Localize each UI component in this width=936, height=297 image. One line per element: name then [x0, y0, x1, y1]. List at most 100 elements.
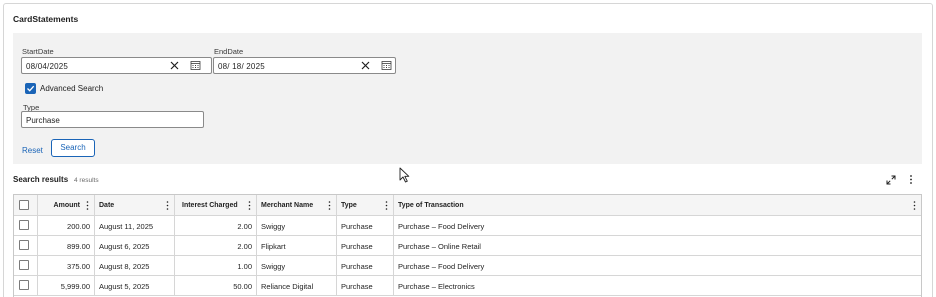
- more-options-icon[interactable]: [907, 174, 915, 185]
- column-menu-icon[interactable]: [912, 200, 917, 211]
- column-header-merchant[interactable]: Merchant Name: [257, 195, 337, 215]
- interest-cell: 2.00: [175, 236, 257, 255]
- table-row[interactable]: 5,999.00 August 5, 2025 50.00 Reliance D…: [14, 276, 921, 296]
- type-cell: Purchase: [337, 216, 394, 235]
- transaction-type-cell: Purchase – Food Delivery: [394, 256, 921, 275]
- calendar-icon[interactable]: [381, 60, 392, 71]
- column-label: Interest Charged: [182, 201, 238, 209]
- results-table: Amount Date Interest Charged Merchant Na…: [13, 194, 922, 297]
- table-row[interactable]: 899.00 August 6, 2025 2.00 Flipkart Purc…: [14, 236, 921, 256]
- table-row[interactable]: 200.00 August 11, 2025 2.00 Swiggy Purch…: [14, 216, 921, 236]
- row-select-cell: [14, 216, 38, 235]
- start-date-label: StartDate: [22, 47, 54, 56]
- date-cell: August 8, 2025: [95, 256, 175, 275]
- column-menu-icon[interactable]: [165, 200, 170, 211]
- merchant-value: Swiggy: [261, 222, 286, 231]
- results-title: Search results: [13, 175, 69, 184]
- date-cell: August 11, 2025: [95, 216, 175, 235]
- expand-icon[interactable]: [886, 175, 896, 185]
- column-menu-icon[interactable]: [85, 200, 90, 211]
- end-date-field[interactable]: 08/ 18/ 2025: [213, 57, 396, 74]
- calendar-icon[interactable]: [190, 60, 201, 71]
- advanced-search-label: Advanced Search: [40, 84, 104, 93]
- row-select-cell: [14, 276, 38, 295]
- interest-value: 2.00: [237, 222, 252, 231]
- card-statements-panel: CardStatements StartDate 08/04/2025 EndD…: [3, 3, 933, 297]
- column-menu-icon[interactable]: [327, 200, 332, 211]
- start-date-field[interactable]: 08/04/2025: [21, 57, 212, 74]
- page-title: CardStatements: [13, 14, 79, 24]
- interest-cell: 2.00: [175, 216, 257, 235]
- column-header-type[interactable]: Type: [337, 195, 394, 215]
- amount-value: 200.00: [67, 222, 90, 231]
- select-all-cell: [14, 195, 38, 215]
- transaction-type-value: Purchase – Food Delivery: [398, 262, 485, 271]
- type-cell: Purchase: [337, 256, 394, 275]
- type-value: Purchase: [26, 115, 60, 125]
- reset-button[interactable]: Reset: [22, 146, 43, 155]
- table-row[interactable]: 375.00 August 8, 2025 1.00 Swiggy Purcha…: [14, 256, 921, 276]
- amount-cell: 200.00: [38, 216, 95, 235]
- column-header-date[interactable]: Date: [95, 195, 175, 215]
- column-label: Merchant Name: [261, 201, 314, 209]
- row-select-cell: [14, 256, 38, 275]
- merchant-value: Swiggy: [261, 262, 286, 271]
- type-field[interactable]: Purchase: [21, 111, 204, 128]
- amount-value: 375.00: [67, 262, 90, 271]
- amount-cell: 5,999.00: [38, 276, 95, 295]
- type-value: Purchase: [341, 282, 373, 291]
- merchant-value: Flipkart: [261, 242, 286, 251]
- date-value: August 5, 2025: [99, 282, 150, 291]
- mouse-cursor-icon: [399, 167, 410, 183]
- type-cell: Purchase: [337, 276, 394, 295]
- transaction-type-value: Purchase – Electronics: [398, 282, 475, 291]
- transaction-type-cell: Purchase – Electronics: [394, 276, 921, 295]
- column-header-interest[interactable]: Interest Charged: [175, 195, 257, 215]
- amount-value: 5,999.00: [60, 282, 90, 291]
- merchant-cell: Swiggy: [257, 216, 337, 235]
- interest-value: 1.00: [237, 262, 252, 271]
- date-cell: August 5, 2025: [95, 276, 175, 295]
- end-date-value: 08/ 18/ 2025: [218, 61, 265, 71]
- checkmark-icon: [27, 85, 35, 92]
- transaction-type-value: Purchase – Online Retail: [398, 242, 481, 251]
- column-label: Type: [341, 201, 357, 209]
- type-value: Purchase: [341, 262, 373, 271]
- column-header-amount[interactable]: Amount: [38, 195, 95, 215]
- filter-panel: StartDate 08/04/2025 EndDate 08/ 18/ 202…: [13, 33, 922, 164]
- close-icon[interactable]: [360, 60, 371, 71]
- interest-cell: 50.00: [175, 276, 257, 295]
- date-value: August 6, 2025: [99, 242, 150, 251]
- start-date-value: 08/04/2025: [26, 61, 69, 71]
- column-menu-icon[interactable]: [247, 200, 252, 211]
- row-checkbox[interactable]: [19, 240, 29, 250]
- row-checkbox[interactable]: [19, 260, 29, 270]
- row-checkbox[interactable]: [19, 280, 29, 290]
- date-cell: August 6, 2025: [95, 236, 175, 255]
- type-value: Purchase: [341, 222, 373, 231]
- date-value: August 11, 2025: [99, 222, 154, 231]
- table-header-row: Amount Date Interest Charged Merchant Na…: [14, 195, 921, 216]
- transaction-type-value: Purchase – Food Delivery: [398, 222, 485, 231]
- amount-cell: 375.00: [38, 256, 95, 275]
- row-select-cell: [14, 236, 38, 255]
- close-icon[interactable]: [169, 60, 180, 71]
- end-date-label: EndDate: [214, 47, 244, 56]
- transaction-type-cell: Purchase – Food Delivery: [394, 216, 921, 235]
- column-menu-icon[interactable]: [384, 200, 389, 211]
- amount-cell: 899.00: [38, 236, 95, 255]
- type-cell: Purchase: [337, 236, 394, 255]
- date-value: August 8, 2025: [99, 262, 150, 271]
- column-header-transaction-type[interactable]: Type of Transaction: [394, 195, 921, 215]
- advanced-search-checkbox[interactable]: [25, 83, 36, 94]
- merchant-cell: Reliance Digital: [257, 276, 337, 295]
- merchant-value: Reliance Digital: [261, 282, 314, 291]
- row-checkbox[interactable]: [19, 220, 29, 230]
- search-button[interactable]: Search: [51, 139, 95, 157]
- column-label: Date: [99, 201, 115, 209]
- interest-value: 50.00: [233, 282, 252, 291]
- interest-cell: 1.00: [175, 256, 257, 275]
- column-label: Amount: [53, 201, 80, 209]
- transaction-type-cell: Purchase – Online Retail: [394, 236, 921, 255]
- select-all-checkbox[interactable]: [19, 200, 29, 210]
